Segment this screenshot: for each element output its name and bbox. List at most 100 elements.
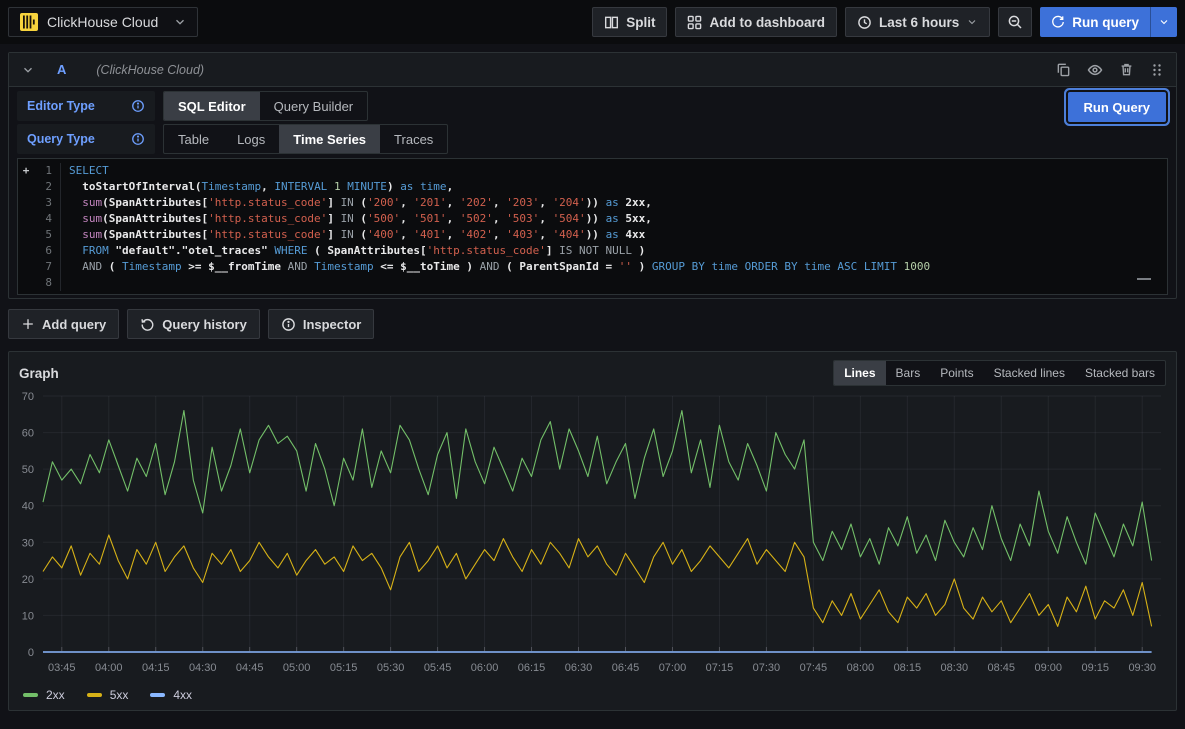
query-row-body: Run Query Editor Type SQL EditorQuery Bu…	[9, 87, 1176, 298]
code-line: 2 toStartOfInterval(Timestamp, INTERVAL …	[18, 179, 1167, 195]
delete-query-trash-icon[interactable]	[1119, 62, 1134, 77]
graph-panel-title: Graph	[19, 366, 59, 381]
zoom-out-icon	[1007, 14, 1023, 30]
svg-text:07:30: 07:30	[753, 662, 781, 674]
query-type-option-table[interactable]: Table	[164, 125, 223, 153]
sql-code-editor[interactable]: +1SELECT2 toStartOfInterval(Timestamp, I…	[17, 158, 1168, 295]
editor-type-row: Editor Type SQL EditorQuery Builder	[17, 91, 1168, 121]
svg-text:40: 40	[22, 501, 34, 513]
code-line: 7 AND ( Timestamp >= $__fromTime AND Tim…	[18, 259, 1167, 275]
svg-text:70: 70	[22, 391, 34, 403]
add-query-button[interactable]: Add query	[8, 309, 119, 339]
plus-icon	[21, 317, 35, 331]
collapse-chevron-icon[interactable]	[21, 63, 35, 77]
graph-mode-bars[interactable]: Bars	[886, 361, 931, 385]
datasource-name: ClickHouse Cloud	[47, 14, 158, 30]
svg-text:20: 20	[22, 574, 34, 586]
toolbar-actions: Split Add to dashboard Last 6 hours Run …	[592, 7, 1177, 37]
query-history-button[interactable]: Query history	[127, 309, 260, 339]
add-to-dashboard-button[interactable]: Add to dashboard	[675, 7, 837, 37]
query-type-option-traces[interactable]: Traces	[380, 125, 447, 153]
query-row-header[interactable]: A (ClickHouse Cloud)	[9, 53, 1176, 87]
graph-panel: Graph LinesBarsPointsStacked linesStacke…	[8, 351, 1177, 711]
svg-text:08:45: 08:45	[988, 662, 1016, 674]
svg-text:0: 0	[28, 647, 34, 659]
info-icon[interactable]	[131, 99, 145, 113]
time-range-picker[interactable]: Last 6 hours	[845, 7, 990, 37]
svg-text:06:30: 06:30	[565, 662, 593, 674]
editor-type-option-query-builder[interactable]: Query Builder	[260, 92, 367, 120]
query-type-option-time-series[interactable]: Time Series	[279, 125, 380, 153]
clickhouse-logo-icon	[19, 12, 39, 32]
query-editor-panel: A (ClickHouse Cloud) Run Query Editor Ty…	[8, 52, 1177, 299]
svg-text:60: 60	[22, 428, 34, 440]
add-query-label: Add query	[42, 317, 106, 332]
editor-type-label: Editor Type	[27, 99, 95, 113]
code-line: 3 sum(SpanAttributes['http.status_code']…	[18, 195, 1167, 211]
code-line: 6 FROM "default"."otel_traces" WHERE ( S…	[18, 243, 1167, 259]
svg-text:05:45: 05:45	[424, 662, 452, 674]
series-line-2xx	[43, 411, 1152, 565]
run-query-inline-button[interactable]: Run Query	[1068, 92, 1166, 122]
svg-text:50: 50	[22, 464, 34, 476]
svg-text:05:00: 05:00	[283, 662, 311, 674]
inspector-button[interactable]: Inspector	[268, 309, 375, 339]
run-query-button[interactable]: Run query	[1040, 7, 1150, 37]
info-icon[interactable]	[131, 132, 145, 146]
time-series-chart[interactable]: 01020304050607003:4504:0004:1504:3004:45…	[9, 388, 1174, 688]
query-type-toggle: TableLogsTime SeriesTraces	[163, 124, 448, 154]
chevron-down-icon	[173, 15, 187, 29]
graph-panel-header: Graph LinesBarsPointsStacked linesStacke…	[9, 352, 1176, 388]
code-line: 5 sum(SpanAttributes['http.status_code']…	[18, 227, 1167, 243]
duplicate-query-icon[interactable]	[1056, 62, 1071, 77]
history-icon	[140, 317, 155, 332]
svg-text:06:00: 06:00	[471, 662, 499, 674]
svg-text:08:30: 08:30	[941, 662, 969, 674]
legend-item-4xx[interactable]: 4xx	[150, 688, 192, 702]
svg-text:04:00: 04:00	[95, 662, 123, 674]
graph-mode-lines[interactable]: Lines	[834, 361, 885, 385]
add-to-dashboard-label: Add to dashboard	[709, 15, 825, 30]
query-ref-id: A	[57, 62, 66, 77]
svg-text:09:15: 09:15	[1081, 662, 1109, 674]
query-row-actions	[1056, 62, 1164, 78]
query-history-label: Query history	[162, 317, 247, 332]
svg-text:07:45: 07:45	[800, 662, 828, 674]
editor-type-option-sql-editor[interactable]: SQL Editor	[164, 92, 260, 120]
svg-text:07:00: 07:00	[659, 662, 687, 674]
graph-mode-points[interactable]: Points	[930, 361, 983, 385]
time-range-label: Last 6 hours	[879, 15, 959, 30]
split-button[interactable]: Split	[592, 7, 667, 37]
code-line: 4 sum(SpanAttributes['http.status_code']…	[18, 211, 1167, 227]
query-type-chip: Query Type	[17, 124, 155, 154]
query-type-option-logs[interactable]: Logs	[223, 125, 279, 153]
split-label: Split	[626, 15, 655, 30]
svg-text:06:45: 06:45	[612, 662, 640, 674]
graph-mode-stacked-lines[interactable]: Stacked lines	[984, 361, 1075, 385]
svg-text:08:15: 08:15	[894, 662, 922, 674]
chart-legend: 2xx 5xx 4xx	[9, 688, 1176, 710]
chevron-down-icon	[1158, 16, 1170, 28]
legend-label: 2xx	[46, 688, 65, 702]
datasource-picker[interactable]: ClickHouse Cloud	[8, 7, 198, 37]
legend-swatch	[150, 693, 165, 697]
svg-text:30: 30	[22, 537, 34, 549]
legend-item-5xx[interactable]: 5xx	[87, 688, 129, 702]
editor-type-chip: Editor Type	[17, 91, 155, 121]
clock-icon	[857, 15, 872, 30]
query-type-row: Query Type TableLogsTime SeriesTraces	[17, 124, 1168, 154]
run-query-dropdown[interactable]	[1150, 7, 1177, 37]
run-query-split-button: Run query	[1040, 7, 1177, 37]
svg-text:09:30: 09:30	[1128, 662, 1156, 674]
query-datasource-hint: (ClickHouse Cloud)	[96, 63, 204, 77]
svg-text:07:15: 07:15	[706, 662, 734, 674]
zoom-out-button[interactable]	[998, 7, 1032, 37]
hide-query-eye-icon[interactable]	[1087, 62, 1103, 78]
legend-label: 4xx	[173, 688, 192, 702]
legend-item-2xx[interactable]: 2xx	[23, 688, 65, 702]
drag-handle-icon[interactable]	[1150, 62, 1164, 78]
explore-actions: Add query Query history Inspector	[8, 309, 1177, 339]
code-line: 8	[18, 275, 1167, 291]
query-type-label: Query Type	[27, 132, 95, 146]
graph-mode-stacked-bars[interactable]: Stacked bars	[1075, 361, 1165, 385]
